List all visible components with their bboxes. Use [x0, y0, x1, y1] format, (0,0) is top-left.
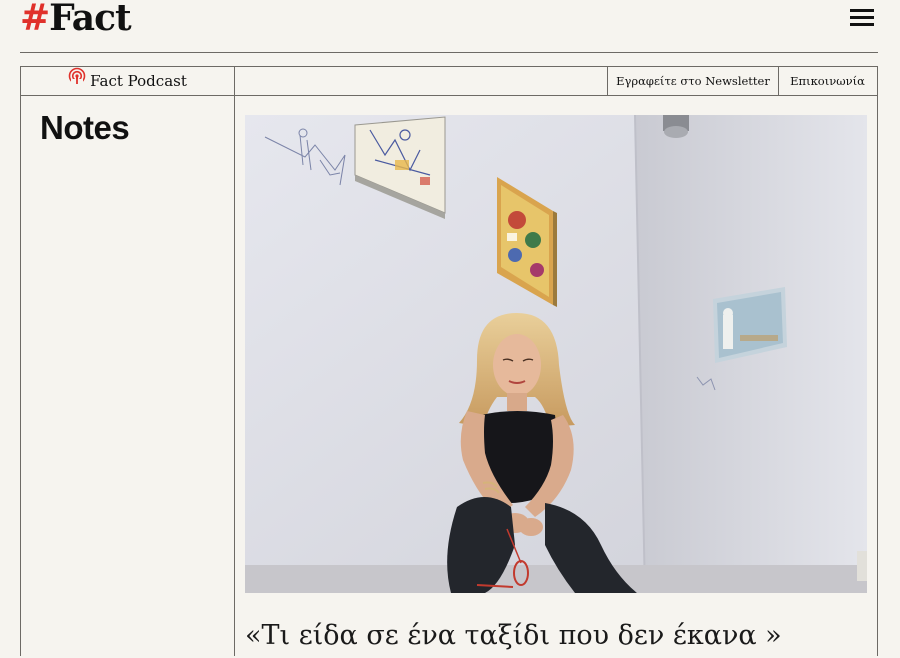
header-divider [20, 52, 878, 53]
column-divider-right [877, 96, 878, 656]
nav-contact-link[interactable]: Επικοινωνία [778, 67, 877, 95]
article-title[interactable]: «Τι είδα σε ένα ταξίδι που δεν έκανα » [245, 614, 782, 658]
article-hero-image[interactable] [245, 115, 867, 593]
podcast-label: Fact Podcast [90, 72, 187, 90]
column-divider-middle [234, 96, 235, 656]
logo-text: Fact [49, 0, 131, 39]
podcast-icon [68, 66, 86, 94]
logo-hash: # [20, 0, 50, 39]
column-divider-left [20, 96, 21, 656]
nav-newsletter-link[interactable]: Εγραφείτε στο Newsletter [607, 67, 779, 95]
hamburger-menu-icon[interactable] [850, 9, 874, 27]
site-logo[interactable]: #Fact [20, 0, 132, 40]
section-title: Notes [40, 109, 130, 146]
top-nav: Fact Podcast Εγραφείτε στο Newsletter Επ… [20, 66, 878, 96]
nav-podcast-link[interactable]: Fact Podcast [21, 67, 235, 95]
